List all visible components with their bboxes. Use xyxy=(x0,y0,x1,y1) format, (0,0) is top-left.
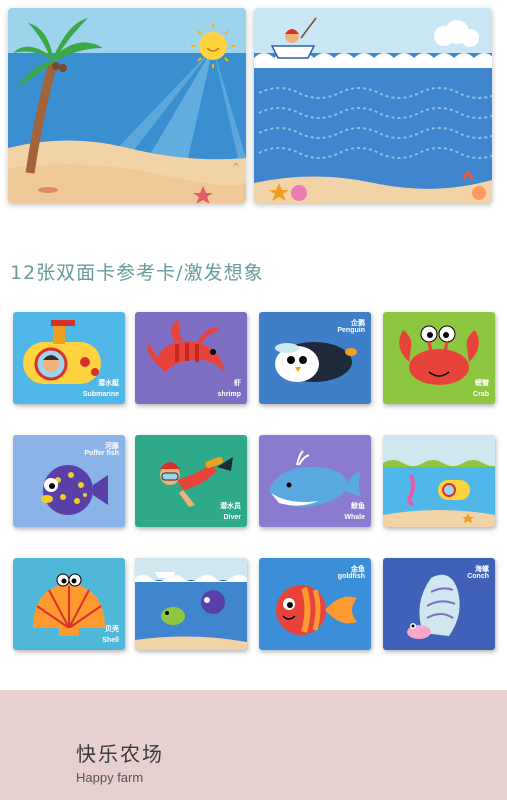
card-whale: 鲸鱼 Whale xyxy=(259,435,371,527)
card-submarine: 潜水艇 Submarine xyxy=(13,312,125,404)
card-label-cn: 鲸鱼 xyxy=(351,502,365,510)
card-label-en: Crab xyxy=(473,391,489,398)
sea-scene-illustration xyxy=(254,8,492,203)
card-sea-scene-1 xyxy=(383,435,495,527)
card-label-en: shrimp xyxy=(217,391,241,398)
card-sea-scene-2 xyxy=(135,558,247,650)
card-label-en: Submarine xyxy=(82,391,119,398)
card-crab: 螃蟹 Crab xyxy=(383,312,495,404)
sea-scene-reference-icon xyxy=(383,435,495,527)
section-headline: 12张双面卡参考卡/激发想象 xyxy=(10,262,264,284)
card-shrimp: 虾 shrimp xyxy=(135,312,247,404)
card-label-en: Whale xyxy=(344,514,365,521)
footer-title-en: Happy farm xyxy=(76,770,144,785)
card-label-en: Shell xyxy=(102,637,119,644)
card-puffer-fish: 河豚 Puffer fish xyxy=(13,435,125,527)
beach-scene-illustration xyxy=(8,8,246,203)
card-label-cn: 虾 xyxy=(234,379,241,387)
card-label-cn: 螃蟹 xyxy=(475,379,489,387)
card-penguin: 企鹅 Penguin xyxy=(259,312,371,404)
footer-banner: 快乐农场 Happy farm xyxy=(0,690,507,800)
card-diver: 潜水员 Diver xyxy=(135,435,247,527)
card-label-en: goldfish xyxy=(337,573,365,580)
footer-title-cn: 快乐农场 xyxy=(76,742,164,766)
card-shell: 贝壳 Shell xyxy=(13,558,125,650)
card-label-en: Diver xyxy=(223,514,241,521)
card-label-cn: 潜水员 xyxy=(220,502,241,510)
sea-scene-card xyxy=(254,8,492,203)
card-conch: 海螺 Conch xyxy=(383,558,495,650)
beach-scene-card xyxy=(8,8,246,203)
card-label-cn: 潜水艇 xyxy=(98,379,119,387)
card-label-en: Penguin xyxy=(337,327,365,334)
card-label-en: Conch xyxy=(467,573,489,580)
card-goldfish: 金鱼 goldfish xyxy=(259,558,371,650)
card-label-en: Puffer fish xyxy=(84,450,119,457)
card-label-cn: 贝壳 xyxy=(105,625,119,633)
sea-scene-reference-icon xyxy=(135,558,247,650)
